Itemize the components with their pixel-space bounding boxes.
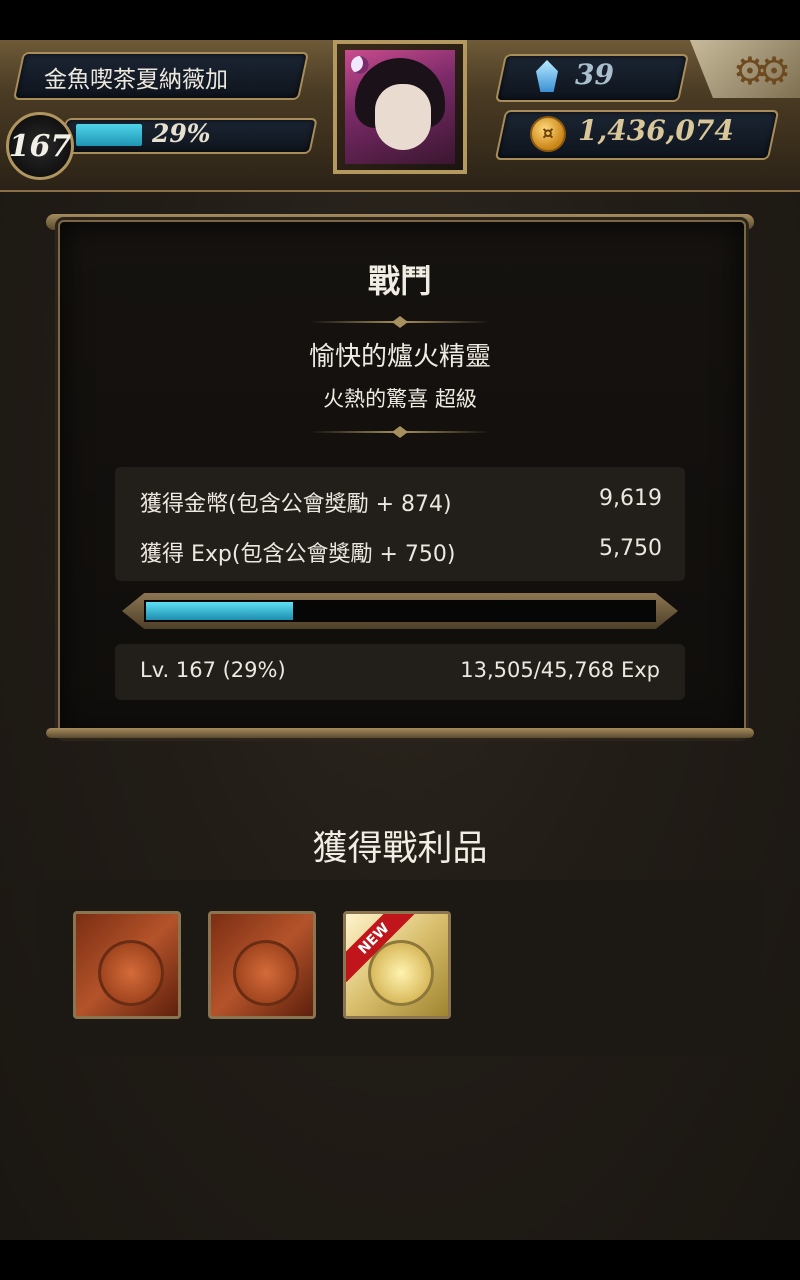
reward-row-gold: 獲得金幣(包含公會獎勵 + 874) 9,619 — [140, 486, 662, 518]
loot-title: 獲得戰利品 — [312, 829, 488, 869]
bronze-medal-icon — [233, 940, 299, 1006]
gem-count: 39 — [575, 58, 614, 91]
player-level-badge: 167 — [6, 112, 74, 180]
reward-value: 9,619 — [599, 486, 662, 511]
quest-name: 愉快的爐火精靈 — [308, 342, 491, 372]
reward-label: 獲得 Exp(包含公會獎勵 + 750) — [140, 542, 456, 567]
quest-subtitle: 火熱的驚喜 超級 — [323, 387, 477, 411]
page-title: 戰鬥 — [367, 262, 432, 300]
exp-total-text: 13,505/45,768 Exp — [460, 658, 660, 682]
battle-result-screen: 金魚喫茶夏納薇加 29% 167 39 ¤ 1,436,074 ⚙⚙ 戰鬥 愉快… — [0, 40, 800, 1240]
coin-icon: ¤ — [530, 116, 566, 152]
avatar[interactable] — [333, 40, 467, 174]
loot-item-bronze-card[interactable] — [208, 911, 316, 1019]
divider-bottom — [310, 431, 490, 433]
panel-bottom-ornament — [46, 728, 754, 738]
reward-row-exp: 獲得 Exp(包含公會獎勵 + 750) 5,750 — [140, 536, 662, 568]
loot-item-gold-card[interactable]: NEW — [343, 911, 451, 1019]
player-exp-percent: 29% — [152, 119, 211, 148]
reward-label: 獲得金幣(包含公會獎勵 + 874) — [140, 492, 452, 517]
avatar-face — [375, 84, 431, 150]
level-progress-fill — [146, 602, 293, 620]
loot-item-bronze-card[interactable] — [73, 911, 181, 1019]
avatar-portrait — [345, 50, 455, 164]
gold-count: 1,436,074 — [578, 114, 734, 147]
level-text: Lv. 167 (29%) — [140, 658, 286, 682]
bronze-medal-icon — [98, 940, 164, 1006]
system-nav-bar — [0, 1240, 800, 1280]
player-exp-bar — [76, 124, 142, 146]
player-name: 金魚喫茶夏納薇加 — [44, 67, 228, 93]
divider-top — [310, 321, 490, 323]
reward-value: 5,750 — [599, 536, 662, 561]
gear-icon[interactable]: ⚙⚙ — [722, 46, 792, 96]
moon-icon — [351, 56, 369, 74]
